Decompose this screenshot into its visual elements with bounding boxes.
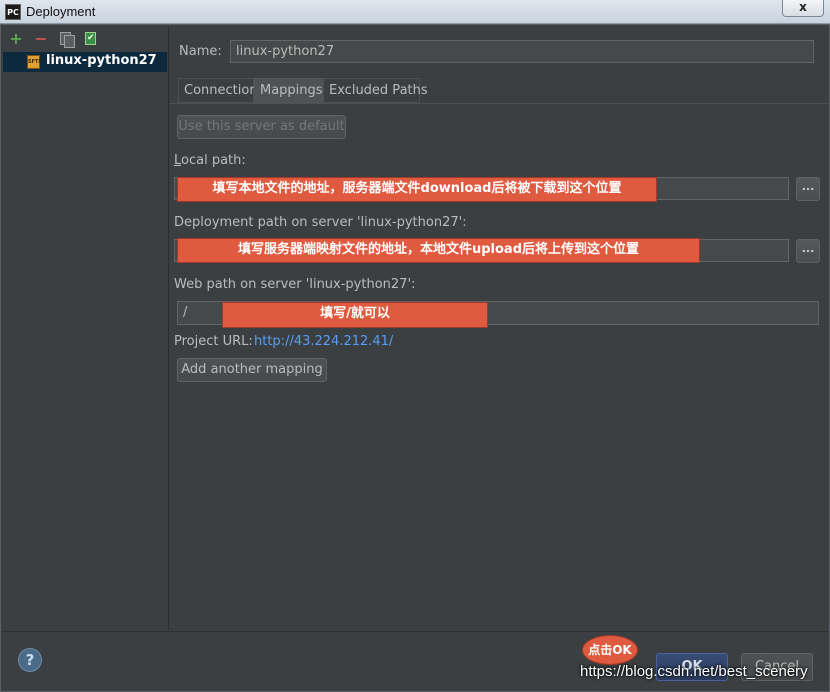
remove-icon[interactable]: − xyxy=(33,31,49,47)
project-url-link[interactable]: http://43.224.212.41/ xyxy=(254,334,393,349)
window-title: Deployment xyxy=(26,4,96,19)
copy-icon[interactable] xyxy=(58,31,75,48)
local-path-label-rest: ocal path: xyxy=(181,153,246,168)
name-input[interactable]: linux-python27 xyxy=(230,40,814,63)
name-label: Name: xyxy=(179,44,222,59)
tab-connection[interactable]: Connection xyxy=(178,78,258,103)
server-list-panel xyxy=(2,26,169,630)
local-path-label: Local path: xyxy=(174,153,246,168)
close-button[interactable]: x xyxy=(782,0,824,17)
ok-annotation: 点击OK xyxy=(582,635,638,665)
add-icon[interactable]: + xyxy=(8,31,24,47)
sftp-server-icon: SFTP xyxy=(27,55,42,69)
tab-mappings[interactable]: Mappings xyxy=(254,78,323,103)
watermark: https://blog.csdn.net/best_scenery xyxy=(580,663,808,680)
local-path-annotation: 填写本地文件的地址，服务器端文件download后将被下载到这个位置 xyxy=(177,177,657,202)
help-icon[interactable]: ? xyxy=(18,648,42,672)
footer-divider xyxy=(2,631,828,632)
web-path-annotation: 填写/就可以 xyxy=(222,302,488,328)
local-path-browse-button[interactable]: ... xyxy=(796,177,820,201)
deployment-path-annotation: 填写服务器端映射文件的地址，本地文件upload后将上传到这个位置 xyxy=(177,238,700,263)
deployment-path-label: Deployment path on server 'linux-python2… xyxy=(174,215,467,230)
set-default-icon[interactable]: ✔ xyxy=(83,31,99,47)
project-url-label: Project URL: xyxy=(174,334,253,349)
deployment-path-browse-button[interactable]: ... xyxy=(796,239,820,263)
add-another-mapping-button[interactable]: Add another mapping xyxy=(177,358,327,382)
title-bar: PC Deployment x xyxy=(0,0,830,24)
tab-excluded-paths[interactable]: Excluded Paths xyxy=(323,78,428,103)
use-as-default-button[interactable]: Use this server as default xyxy=(177,115,346,139)
server-name: linux-python27 xyxy=(46,53,157,68)
pycharm-app-icon: PC xyxy=(5,4,21,20)
tab-divider xyxy=(170,103,828,104)
web-path-label: Web path on server 'linux-python27': xyxy=(174,277,416,292)
server-list-item[interactable]: SFTP linux-python27 xyxy=(3,52,167,72)
